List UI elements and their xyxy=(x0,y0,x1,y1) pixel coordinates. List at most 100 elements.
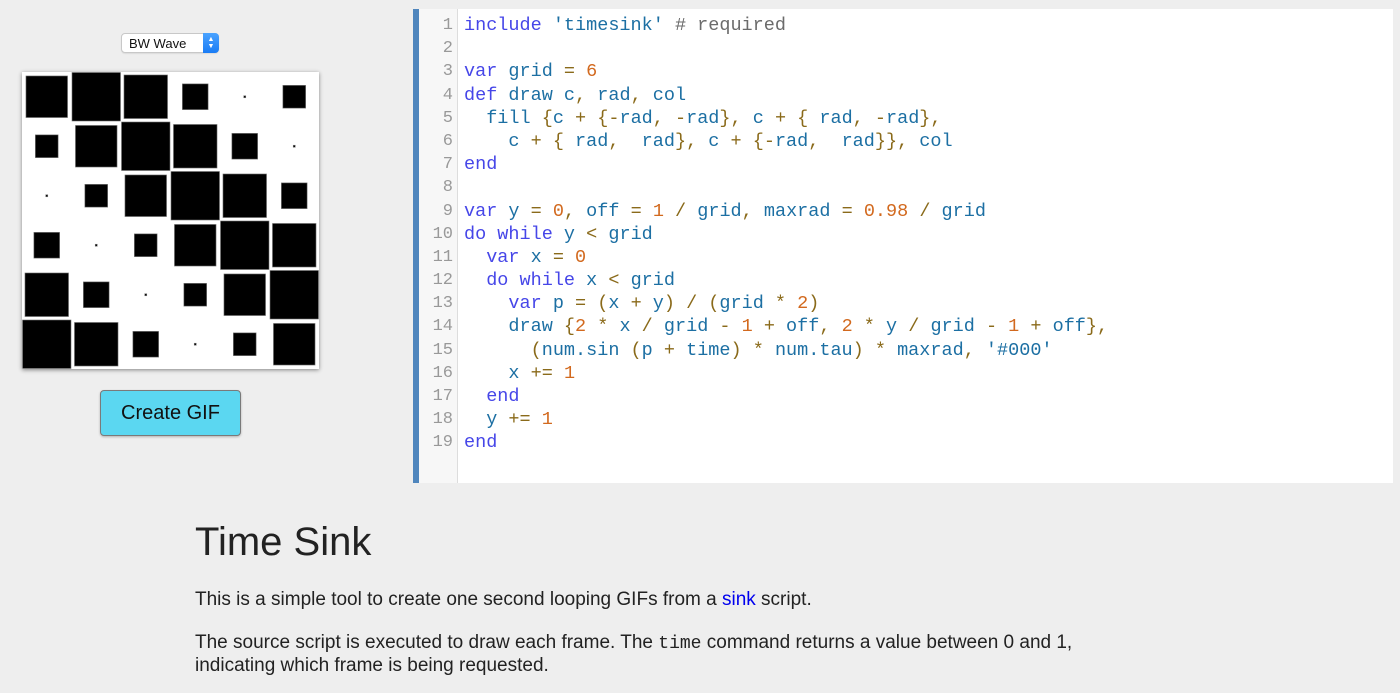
line-number: 8 xyxy=(442,178,453,198)
code-token: 1 xyxy=(741,316,753,338)
preview-square xyxy=(134,233,158,257)
line-number: 1 xyxy=(442,16,453,35)
code-token: 1 xyxy=(563,362,576,384)
preview-square xyxy=(222,173,267,218)
preview-square xyxy=(83,281,110,308)
code-token: < xyxy=(608,270,631,292)
code-token: 'timesink' xyxy=(541,15,664,36)
code-token: y xyxy=(652,293,664,315)
code-token: ) xyxy=(808,293,820,315)
code-token: num.sin xyxy=(541,339,631,361)
code-token: rad xyxy=(774,130,809,152)
code-token: - xyxy=(985,316,1009,338)
code-editor[interactable]: 1 2 3 4 5 6 7 8 9 10 11 12 13 14 15 16 17 18 19 include 't… xyxy=(413,9,1393,483)
code-area[interactable]: include 'timesink' # required var grid = … xyxy=(458,9,1393,483)
code-token: }, xyxy=(1085,316,1109,338)
time-command-code: time xyxy=(658,634,702,654)
line-number: 9 xyxy=(442,201,453,221)
code-token: rad xyxy=(841,130,875,152)
preview-square xyxy=(33,232,60,259)
preview-square xyxy=(71,72,121,122)
preview-square xyxy=(170,171,220,221)
code-token: y xyxy=(464,409,509,431)
code-token: / xyxy=(641,316,664,338)
preview-square xyxy=(123,74,168,119)
code-token: / xyxy=(908,316,931,338)
preview-square xyxy=(220,220,270,270)
code-token: c xyxy=(708,130,731,152)
code-token: c xyxy=(464,130,531,152)
preview-square xyxy=(124,174,167,217)
code-token: 1 xyxy=(1008,316,1020,338)
gif-preview-canvas xyxy=(22,72,319,369)
code-line: end xyxy=(464,153,1393,176)
code-token: p xyxy=(541,293,576,315)
preview-square xyxy=(231,133,258,160)
code-token: * xyxy=(586,316,620,338)
code-line: fill {c + {-rad, -rad}, c + { rad, -rad}… xyxy=(464,107,1393,130)
code-token: 0 xyxy=(575,246,587,268)
code-line: end xyxy=(464,431,1393,454)
preview-square xyxy=(75,125,118,168)
line-number: 15 xyxy=(432,340,453,360)
preview-square xyxy=(273,323,316,366)
code-token: rad xyxy=(641,130,675,152)
code-token: ( xyxy=(464,339,542,361)
code-token: end xyxy=(464,386,520,407)
preset-select[interactable]: BW Wave ▲ ▼ xyxy=(121,32,219,53)
code-token: off xyxy=(786,316,820,338)
description-text: The source script is executed to draw ea… xyxy=(195,632,659,653)
code-token: + xyxy=(1019,316,1053,338)
code-token: { xyxy=(563,316,576,338)
code-token: , - xyxy=(852,107,886,129)
code-token: grid xyxy=(630,270,675,292)
code-token: }, xyxy=(674,130,709,152)
line-number: 3 xyxy=(442,62,453,82)
line-number: 14 xyxy=(432,317,453,337)
preview-square xyxy=(269,270,319,320)
preview-svg xyxy=(22,72,319,369)
create-gif-button[interactable]: Create GIF xyxy=(100,390,241,436)
preview-square xyxy=(132,331,159,358)
line-number: 19 xyxy=(432,433,453,453)
code-token: / xyxy=(908,200,942,222)
preset-select-value: BW Wave xyxy=(129,35,187,51)
code-token: = ( xyxy=(575,293,609,315)
code-token: grid xyxy=(930,316,986,338)
code-token: + xyxy=(752,316,787,338)
code-token: grid xyxy=(497,61,553,83)
preview-square xyxy=(24,272,69,317)
code-line: draw {2 * x / grid - 1 + off, 2 * y / gr… xyxy=(464,315,1393,338)
code-token: y xyxy=(886,316,909,338)
preview-square xyxy=(272,223,317,268)
code-token: , xyxy=(741,200,764,222)
line-number: 6 xyxy=(442,131,453,151)
code-token: + {- xyxy=(730,130,775,152)
code-token: 0 xyxy=(552,200,564,222)
code-token: rad xyxy=(619,107,653,129)
code-token: + { xyxy=(530,130,576,152)
code-token: 2 xyxy=(841,316,853,338)
preview-square xyxy=(25,75,68,118)
preview-square xyxy=(282,85,306,109)
preview-square xyxy=(223,273,266,316)
code-line: c + { rad, rad}, c + {-rad, rad}}, col xyxy=(464,130,1393,153)
description-paragraph: The source script is executed to draw ea… xyxy=(195,632,1155,677)
line-number: 5 xyxy=(442,108,453,128)
code-token: p xyxy=(641,339,664,361)
line-number: 18 xyxy=(432,410,453,430)
code-token: off xyxy=(1052,316,1086,338)
code-token: += xyxy=(508,409,542,431)
code-line: do while y < grid xyxy=(464,223,1393,246)
preview-square xyxy=(84,184,108,208)
code-line: do while x < grid xyxy=(464,269,1393,292)
line-number: 12 xyxy=(432,271,453,291)
code-token: grid xyxy=(663,316,720,338)
sink-link[interactable]: sink xyxy=(722,589,756,610)
code-token: }}, xyxy=(874,130,920,152)
code-token: grid xyxy=(941,200,986,222)
line-number: 2 xyxy=(442,39,453,59)
code-token: - xyxy=(719,316,742,338)
code-token: < xyxy=(586,223,609,245)
preview-square xyxy=(174,224,217,267)
